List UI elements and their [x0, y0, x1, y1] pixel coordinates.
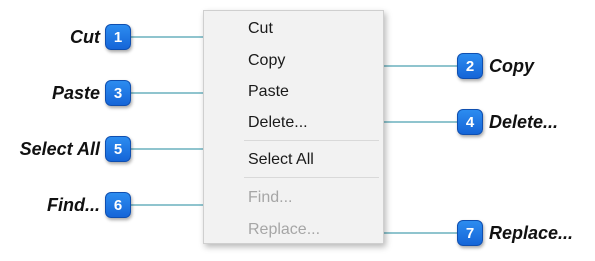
callout-label-cut: Cut: [70, 27, 100, 47]
callout-label-replace: Replace...: [489, 223, 574, 243]
menu-item-find: Find...: [248, 189, 293, 206]
menu-item-cut[interactable]: Cut: [248, 17, 273, 41]
callout-badge-1: 1: [105, 24, 131, 50]
menu-separator: [244, 140, 379, 141]
callout-badge-3: 3: [105, 80, 131, 106]
callout-label-find: Find...: [47, 195, 100, 215]
callout-badge-5: 5: [105, 136, 131, 162]
callout-label-copy: Copy: [489, 56, 534, 76]
annotated-context-menu-figure: Cut Copy Paste Delete... Select All Find…: [0, 0, 595, 261]
menu-item-replace: Replace...: [248, 221, 321, 238]
callout-label-paste: Paste: [51, 83, 100, 103]
callout-badge-2: 2: [457, 53, 483, 79]
menu-item-select-all[interactable]: Select All: [248, 148, 314, 172]
menu-item-paste[interactable]: Paste: [248, 80, 289, 104]
context-menu: Cut Copy Paste Delete... Select All Find…: [203, 10, 384, 244]
callout-badge-6: 6: [105, 192, 131, 218]
callout-badge-4: 4: [457, 109, 483, 135]
menu-separator: [244, 177, 379, 178]
callout-badge-7: 7: [457, 220, 483, 246]
callout-label-delete: Delete...: [489, 112, 559, 132]
callout-label-select-all: Select All: [19, 139, 100, 159]
menu-item-copy[interactable]: Copy: [248, 49, 285, 73]
menu-item-delete[interactable]: Delete...: [248, 111, 308, 135]
